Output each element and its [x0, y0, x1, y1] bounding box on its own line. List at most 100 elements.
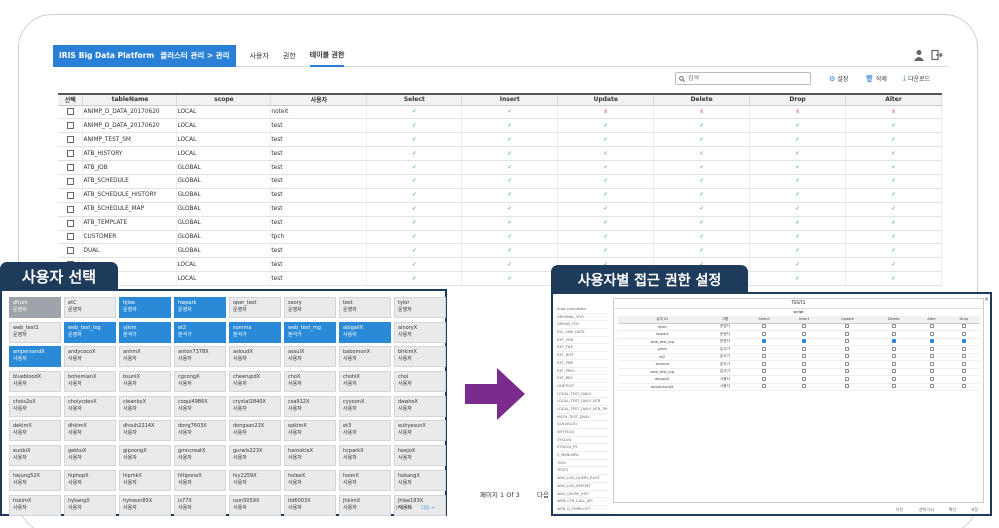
- table-list-item[interactable]: SYSLOG: [557, 437, 609, 445]
- user-chip[interactable]: hokangX 사용자: [394, 469, 446, 491]
- table-row[interactable]: ANIMP_D_DATA_20170620 LOCAL test ✓ ✓ ✓ ✓ ✓ ✓: [58, 118, 942, 134]
- user-chip[interactable]: web_test_log 운영자: [64, 321, 116, 343]
- user-chip[interactable]: assulX 사용자: [284, 346, 336, 368]
- deselect-button[interactable]: 선택 취소: [395, 505, 413, 511]
- user-chip[interactable]: epkimX 사용자: [284, 420, 336, 442]
- perm-checkbox[interactable]: [801, 354, 806, 359]
- table-list-item[interactable]: EXT_FILE: [557, 344, 609, 353]
- perm-checkbox[interactable]: [801, 376, 806, 381]
- table-row[interactable]: ANIMP_TEST_SM LOCAL test ✓ ✓ ✓ ✓ ✓ ✓: [58, 132, 942, 148]
- user-chip[interactable]: dekimX 사용자: [9, 420, 61, 442]
- perm-checkbox[interactable]: [845, 369, 850, 374]
- table-list-item[interactable]: WEB_D_TEMPLOPT: [557, 506, 609, 514]
- table-row[interactable]: ATB_SCHEDULE_MAP GLOBAL test ✓ ✓ ✓ ✓ ✓ ✓: [58, 202, 942, 217]
- download-button[interactable]: ⤓ 다운로드: [903, 74, 930, 83]
- user-chip[interactable]: hiy2259X 사용자: [229, 469, 281, 491]
- row-checkbox[interactable]: [66, 247, 74, 255]
- perm-checkbox[interactable]: [801, 324, 806, 329]
- table-row[interactable]: ATB_SCHEDULE_HISTORY GLOBAL test ✓ ✓ ✓ ✓ ✓ ✓: [58, 188, 942, 203]
- user-chip[interactable]: somma 분석가: [229, 321, 281, 343]
- perm-checkbox[interactable]: [929, 346, 934, 351]
- perm-checkbox[interactable]: [762, 354, 767, 359]
- tab-permissions[interactable]: 권한: [283, 45, 296, 67]
- perm-checkbox[interactable]: [801, 369, 806, 374]
- table-row[interactable]: LOCALtest✓✓✓✓✓✓: [58, 257, 942, 273]
- perm-checkbox[interactable]: [891, 324, 896, 329]
- table-list-item[interactable]: Auto-completed: [557, 306, 609, 314]
- user-chip[interactable]: cheerupdX 사용자: [229, 371, 281, 393]
- perm-checkbox[interactable]: [801, 346, 806, 351]
- perm-checkbox[interactable]: [929, 331, 934, 336]
- row-checkbox[interactable]: [66, 191, 74, 199]
- user-chip[interactable]: choiycdevX 사용자: [64, 395, 116, 417]
- user-icon[interactable]: [913, 49, 925, 61]
- search-box[interactable]: [675, 72, 811, 85]
- confirm-button[interactable]: 확인: [949, 507, 956, 513]
- perm-checkbox[interactable]: [961, 369, 966, 374]
- perm-checkbox[interactable]: [801, 331, 806, 336]
- user-chip[interactable]: hykangX 사용자: [64, 494, 116, 516]
- user-chip[interactable]: babomonX 사용자: [339, 346, 391, 368]
- user-chip[interactable]: cgcongX 사용자: [174, 371, 226, 393]
- table-row[interactable]: CUSTOMER GLOBAL tpch ✓ ✓ ✓ ✓ ✓ ✓: [58, 230, 942, 245]
- row-checkbox[interactable]: [66, 108, 74, 116]
- user-chip[interactable]: euhyesunX 사용자: [394, 420, 446, 442]
- perm-checkbox[interactable]: [961, 324, 966, 329]
- user-chip[interactable]: anhmX 사용자: [119, 346, 171, 368]
- user-chip[interactable]: test 운영자: [339, 297, 391, 318]
- perm-checkbox[interactable]: [961, 384, 966, 389]
- user-chip[interactable]: yjkim 분석가: [119, 321, 171, 343]
- perm-checkbox[interactable]: [891, 339, 896, 344]
- user-chip[interactable]: hitiponeX 사용자: [174, 469, 226, 491]
- user-chip[interactable]: hipmkX 사용자: [119, 469, 171, 491]
- user-chip[interactable]: dongsan23X 사용자: [229, 420, 281, 442]
- table-list-item[interactable]: EXT_YOB: [557, 337, 609, 345]
- perm-checkbox[interactable]: [845, 331, 850, 336]
- table-list-item[interactable]: WAS_QUERY_HIST: [557, 491, 609, 499]
- user-chip[interactable]: anton7378X 사용자: [174, 346, 226, 368]
- perm-checkbox[interactable]: [929, 384, 934, 389]
- table-list-item[interactable]: SMTPLOG: [557, 429, 609, 437]
- user-chip[interactable]: hejung52X 사용자: [9, 469, 61, 491]
- perm-checkbox[interactable]: [929, 369, 934, 374]
- user-chip[interactable]: hwpark 운영자: [174, 297, 226, 318]
- brand[interactable]: IRIS Big Data Platform 클러스터 관리 > 관리: [53, 44, 236, 67]
- perm-checkbox[interactable]: [961, 346, 966, 351]
- table-list-item[interactable]: T001: [557, 460, 609, 468]
- save-button[interactable]: 저장: [971, 507, 978, 513]
- row-checkbox[interactable]: [66, 219, 74, 227]
- perm-checkbox[interactable]: [801, 339, 806, 344]
- user-chip[interactable]: hcparkX 사용자: [339, 445, 391, 467]
- perm-checkbox[interactable]: [762, 339, 767, 344]
- user-chip[interactable]: crystal2840X 사용자: [229, 395, 281, 417]
- table-list-item[interactable]: LINE7EXT: [557, 383, 609, 391]
- tab-table-permissions[interactable]: 테이블 권한: [309, 45, 345, 67]
- user-chip[interactable]: web_test_mg 분석가: [284, 321, 336, 343]
- user-chip[interactable]: iz77X 사용자: [174, 494, 226, 516]
- user-chip[interactable]: gekkoX 사용자: [64, 445, 116, 467]
- perm-checkbox[interactable]: [891, 384, 896, 389]
- perm-checkbox[interactable]: [845, 324, 850, 329]
- user-chip[interactable]: choi 사용자: [394, 371, 446, 393]
- user-chip[interactable]: choX 사용자: [284, 371, 336, 393]
- table-row[interactable]: ATB_JOB GLOBAL test ✓ ✓ ✓ ✓ ✓ ✓: [58, 160, 942, 175]
- user-chip[interactable]: csa912X 사용자: [284, 395, 336, 417]
- table-list-item[interactable]: ESL_LINE_DATA: [557, 329, 609, 337]
- perm-checkbox[interactable]: [891, 376, 896, 381]
- table-row[interactable]: ATB_TEMPLATE GLOBAL test ✓ ✓ ✓ ✓ ✓ ✓: [58, 216, 942, 231]
- user-chip[interactable]: eunbiX 사용자: [9, 445, 61, 467]
- row-checkbox[interactable]: [66, 164, 74, 171]
- perm-checkbox[interactable]: [762, 369, 767, 374]
- user-chip[interactable]: jhkimX 사용자: [339, 494, 391, 516]
- user-chip[interactable]: tylor 운영자: [394, 297, 446, 318]
- perm-checkbox[interactable]: [891, 354, 896, 359]
- table-list-item[interactable]: EXT_HIST: [557, 352, 609, 360]
- perm-checkbox[interactable]: [845, 376, 850, 381]
- user-chip[interactable]: bhkimX 사용자: [394, 346, 446, 368]
- perm-checkbox[interactable]: [762, 384, 767, 389]
- table-list-item[interactable]: SYSLOG_P5: [557, 444, 609, 453]
- perm-checkbox[interactable]: [801, 361, 806, 366]
- delete-button[interactable]: 🗑 삭제: [865, 74, 887, 84]
- table-list-item[interactable]: TEST1: [557, 467, 609, 476]
- next-page-link[interactable]: 다음: [537, 489, 549, 499]
